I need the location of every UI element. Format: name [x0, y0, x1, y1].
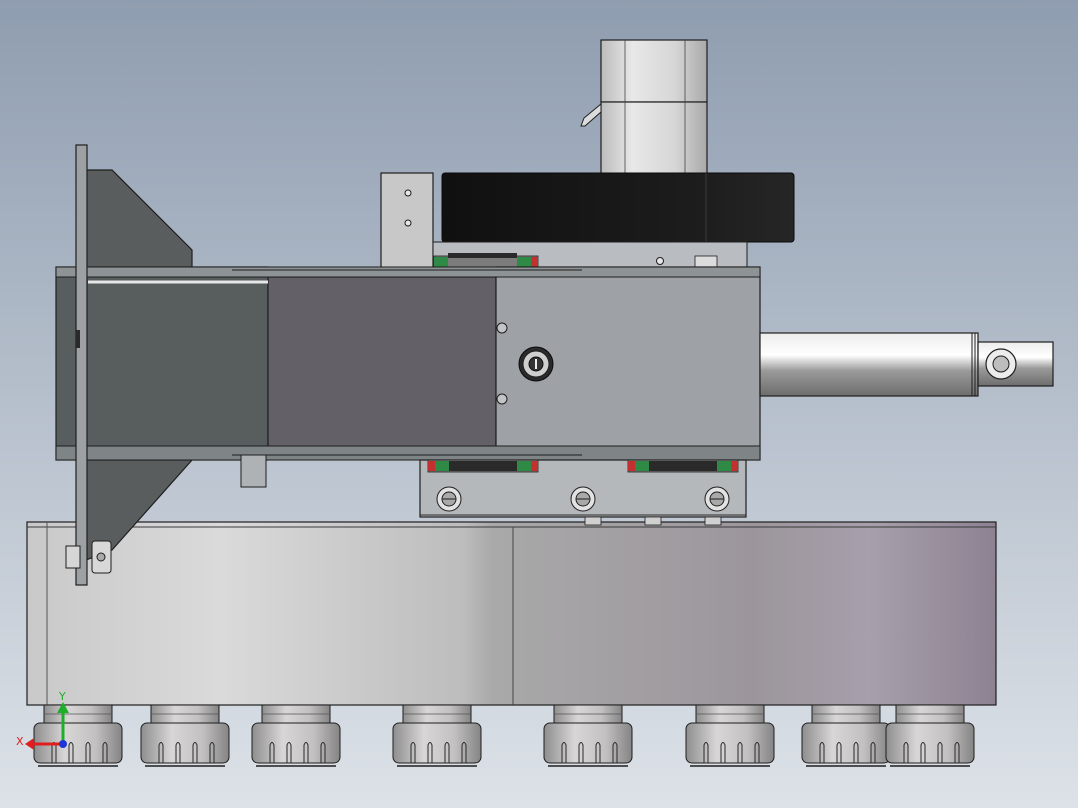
- hinge-knob[interactable]: [518, 346, 554, 382]
- x-axis-label: X: [16, 735, 24, 748]
- carriage-bolt: [570, 486, 596, 512]
- collet-foot: [543, 704, 633, 767]
- vertical-flange-plate: [75, 144, 88, 586]
- lower-carriage: [419, 459, 747, 518]
- collet-foot: [33, 704, 123, 767]
- collet-foot: [392, 704, 482, 767]
- y-axis-label: Y: [58, 690, 66, 703]
- mounting-bracket: [380, 172, 434, 271]
- collet-foot: [801, 704, 891, 767]
- belt-cover[interactable]: [441, 172, 795, 243]
- collet-foot: [885, 704, 975, 767]
- carriage-bolt: [704, 486, 730, 512]
- linear-actuator-body[interactable]: [55, 266, 761, 461]
- beam-tab: [240, 454, 267, 488]
- collet-foot: [685, 704, 775, 767]
- collet-foot: [140, 704, 230, 767]
- collet-foot: [251, 704, 341, 767]
- cad-viewport[interactable]: Y X: [0, 0, 1078, 808]
- cad-drawing-canvas: Y X: [0, 0, 1078, 808]
- carriage-bolt: [436, 486, 462, 512]
- base-plate[interactable]: [26, 521, 997, 706]
- piston-rod[interactable]: [759, 332, 1054, 397]
